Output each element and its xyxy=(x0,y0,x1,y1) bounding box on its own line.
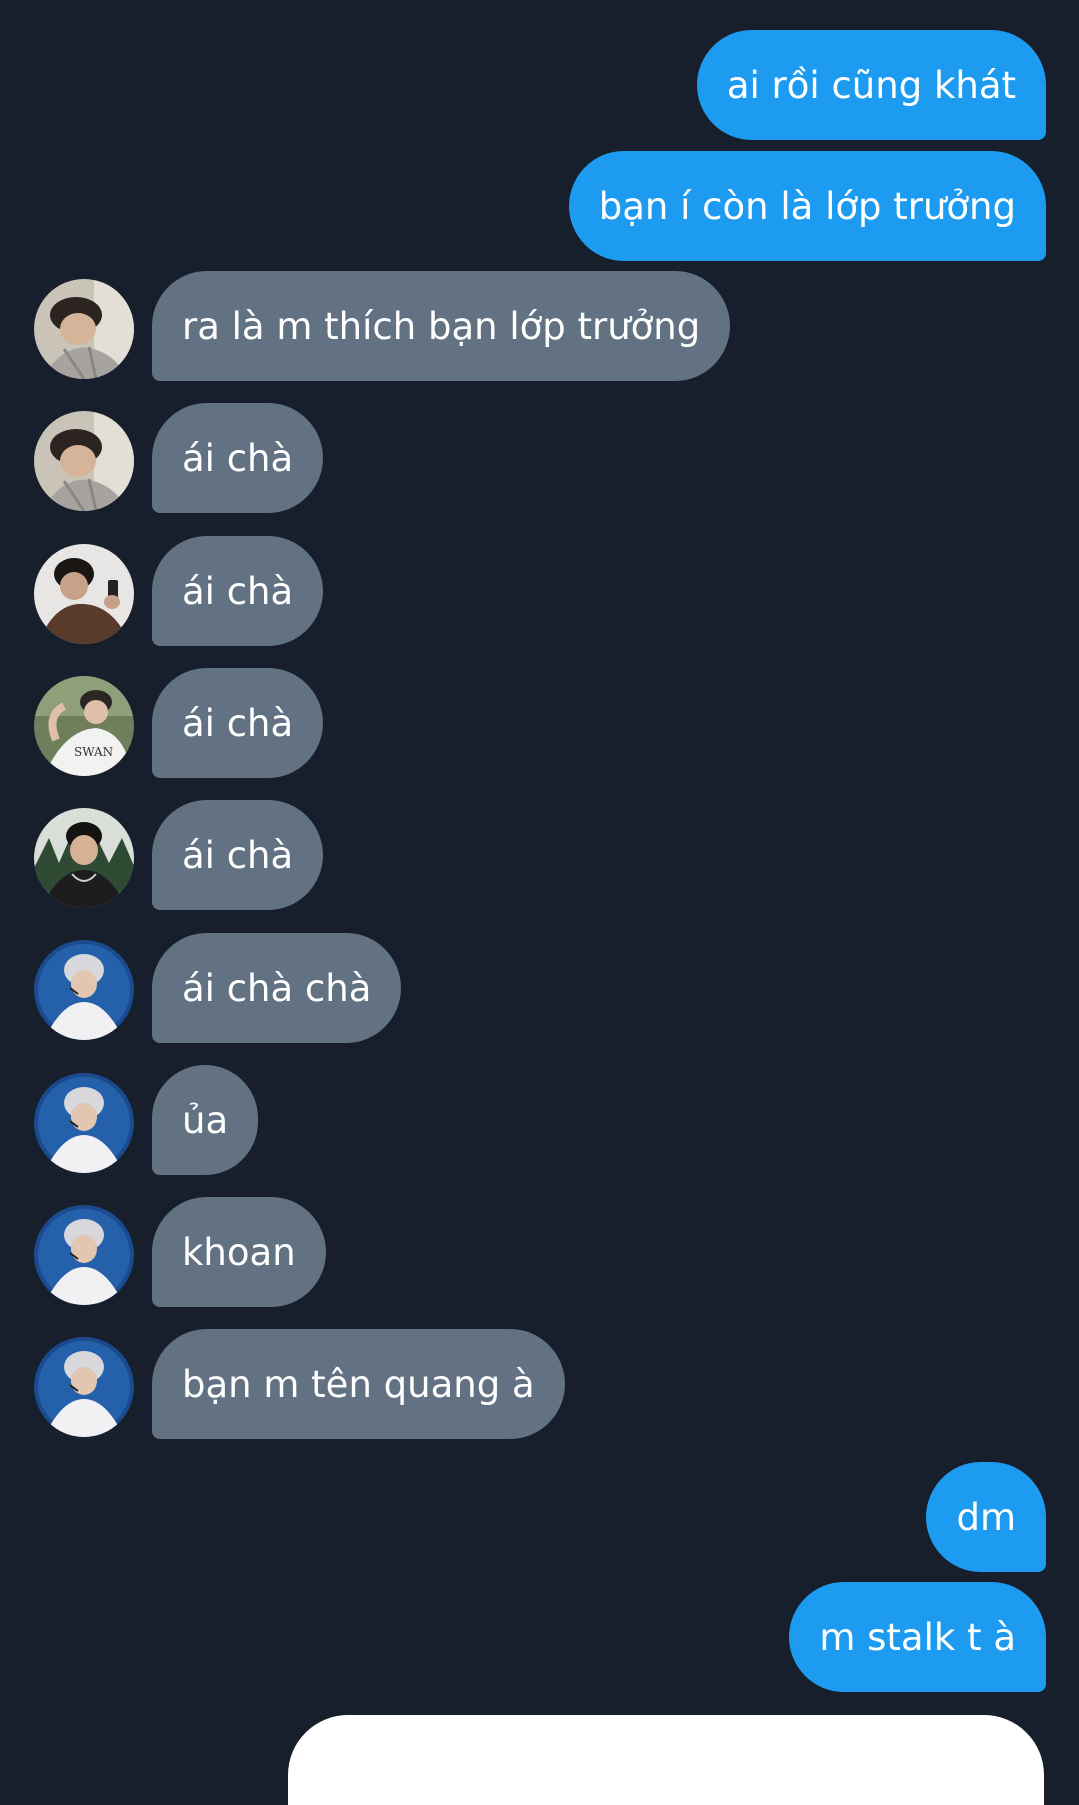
incoming-message[interactable]: khoan xyxy=(152,1197,326,1307)
avatar-5-icon[interactable] xyxy=(34,1073,134,1173)
message-text: dm xyxy=(956,1495,1016,1539)
message-text: ái chà xyxy=(182,436,294,480)
incoming-message[interactable]: bạn m tên quang à xyxy=(152,1329,565,1439)
avatar-5-icon[interactable] xyxy=(34,1337,134,1437)
incoming-message[interactable]: ái chà xyxy=(152,536,324,646)
message-text: bạn í còn là lớp trưởng xyxy=(598,184,1016,228)
avatar-5-icon[interactable] xyxy=(34,940,134,1040)
chat-thread: ai rồi cũng khát bạn í còn là lớp trưởng… xyxy=(0,0,1079,1805)
incoming-message[interactable]: ái chà xyxy=(152,403,324,513)
message-text: ái chà chà xyxy=(182,966,372,1010)
message-text: ai rồi cũng khát xyxy=(726,63,1016,107)
svg-text:SWAN: SWAN xyxy=(74,745,113,759)
incoming-message[interactable]: ái chà xyxy=(152,800,324,910)
outgoing-message[interactable]: bạn í còn là lớp trưởng xyxy=(568,151,1046,261)
message-text: ra là m thích bạn lớp trưởng xyxy=(182,304,701,348)
message-composer[interactable] xyxy=(288,1715,1044,1805)
incoming-message[interactable]: ra là m thích bạn lớp trưởng xyxy=(152,271,731,381)
avatar-1-icon[interactable] xyxy=(34,411,134,511)
avatar-1-icon[interactable] xyxy=(34,279,134,379)
incoming-message[interactable]: ái chà chà xyxy=(152,933,402,1043)
message-text: m stalk t à xyxy=(819,1615,1016,1659)
message-text: ái chà xyxy=(182,569,294,613)
avatar-3-icon[interactable]: SWAN xyxy=(34,676,134,776)
message-text: ủa xyxy=(182,1098,229,1142)
outgoing-message[interactable]: dm xyxy=(926,1462,1046,1572)
incoming-message[interactable]: ủa xyxy=(152,1065,259,1175)
message-text: khoan xyxy=(182,1230,296,1274)
outgoing-message[interactable]: ai rồi cũng khát xyxy=(696,30,1046,140)
outgoing-message[interactable]: m stalk t à xyxy=(789,1582,1046,1692)
message-text: ái chà xyxy=(182,833,294,877)
avatar-5-icon[interactable] xyxy=(34,1205,134,1305)
avatar-4-icon[interactable] xyxy=(34,808,134,908)
incoming-message[interactable]: ái chà xyxy=(152,668,324,778)
message-text: ái chà xyxy=(182,701,294,745)
avatar-2-icon[interactable] xyxy=(34,544,134,644)
message-text: bạn m tên quang à xyxy=(182,1362,535,1406)
